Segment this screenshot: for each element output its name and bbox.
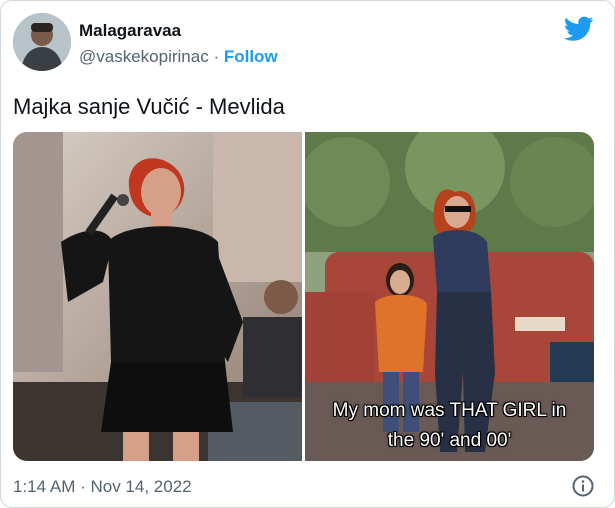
- follow-button[interactable]: Follow: [224, 47, 278, 66]
- tweet-timestamp[interactable]: 1:14 AM · Nov 14, 2022: [13, 477, 192, 497]
- photo-left[interactable]: [13, 132, 302, 461]
- twitter-bird-icon[interactable]: [564, 16, 594, 42]
- tweet-card: Malagaravaa @vaskekopirinac · Follow Maj…: [0, 0, 615, 508]
- photo-right[interactable]: My mom was THAT GIRL in the 90' and 00': [305, 132, 594, 461]
- separator-dot: ·: [213, 47, 220, 66]
- tweet-text: Majka sanje Vučić - Mevlida: [13, 94, 285, 119]
- author-handle[interactable]: @vaskekopirinac: [79, 47, 209, 66]
- info-icon[interactable]: [572, 475, 594, 497]
- author-avatar[interactable]: [13, 13, 71, 71]
- tweet-media: My mom was THAT GIRL in the 90' and 00': [13, 132, 594, 461]
- author-handle-row: @vaskekopirinac · Follow: [79, 47, 278, 67]
- avatar-image: [13, 13, 71, 71]
- photo-left-image: [13, 132, 302, 461]
- photo-caption-line2: the 90' and 00': [387, 430, 512, 451]
- author-display-name[interactable]: Malagaravaa: [79, 21, 181, 41]
- photo-caption-line1: My mom was THAT GIRL in: [332, 400, 567, 421]
